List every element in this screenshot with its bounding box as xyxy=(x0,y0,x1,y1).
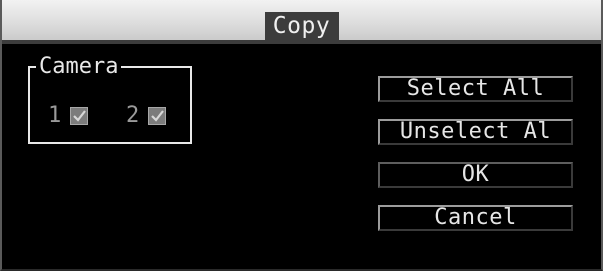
copy-dialog: Copy Camera 1 2 Select All Unselect Al O… xyxy=(0,0,603,271)
checkmark-icon xyxy=(73,110,87,122)
camera-1-label: 1 xyxy=(48,103,62,128)
title-bar: Copy xyxy=(2,0,601,44)
camera-group: Camera 1 2 xyxy=(28,55,192,144)
dialog-title: Copy xyxy=(264,12,339,40)
select-all-button[interactable]: Select All xyxy=(378,76,573,102)
cancel-button[interactable]: Cancel xyxy=(378,205,573,231)
checkmark-icon xyxy=(151,110,165,122)
ok-button[interactable]: OK xyxy=(378,162,573,188)
camera-1-option[interactable]: 1 xyxy=(48,103,89,128)
camera-group-legend: Camera xyxy=(36,55,122,79)
camera-2-label: 2 xyxy=(126,103,140,128)
unselect-all-button[interactable]: Unselect Al xyxy=(378,119,573,145)
title-underline xyxy=(2,40,601,44)
camera-1-checkbox[interactable] xyxy=(70,107,89,125)
camera-2-checkbox[interactable] xyxy=(148,107,167,125)
camera-2-option[interactable]: 2 xyxy=(126,103,167,128)
